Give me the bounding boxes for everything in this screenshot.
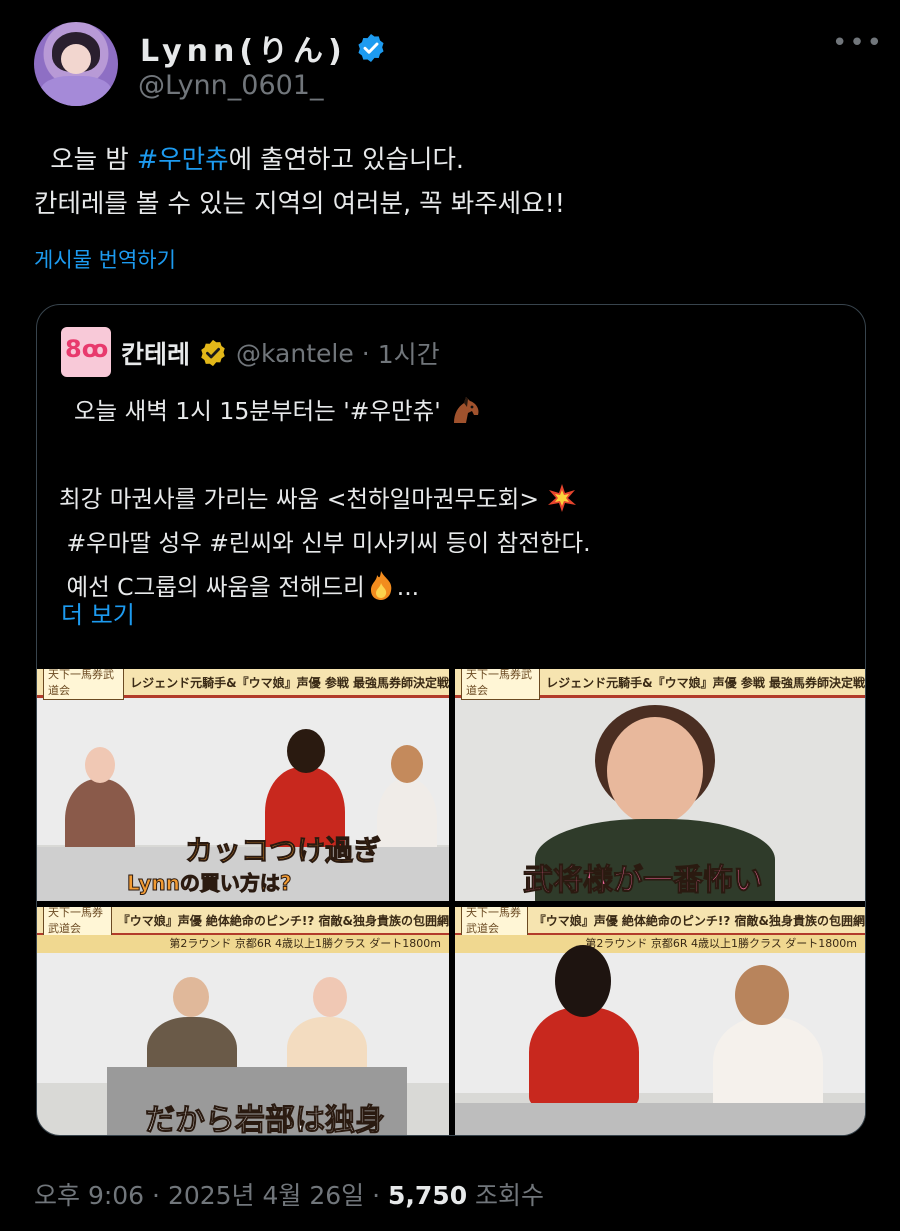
more-icon[interactable]: ••• bbox=[832, 28, 884, 58]
author-name-row: Lynn(りん) bbox=[140, 26, 387, 70]
media-caption-secondary: Lynnの買い方は? bbox=[127, 871, 293, 896]
media-banner: 天下一馬券武道会 『ウマ娘』声優 絶体絶命のピンチ!? 宿敵&独身貴族の包囲網 bbox=[37, 907, 449, 938]
desk bbox=[455, 1103, 865, 1135]
tweet-line1-post: 에 출연하고 있습니다. bbox=[228, 145, 465, 175]
quote-separator: · bbox=[361, 338, 370, 368]
banner-text: レジェンド元騎手&『ウマ娘』声優 参戦 最強馬券師決定戦 bbox=[130, 675, 449, 690]
person-head bbox=[555, 945, 611, 1017]
person-head bbox=[391, 745, 423, 783]
banner-text: 『ウマ娘』声優 絶体絶命のピンチ!? 宿敵&独身貴族の包囲網 bbox=[117, 913, 449, 928]
quote-author-handle[interactable]: @kantele bbox=[236, 339, 354, 368]
horse-emoji bbox=[441, 397, 482, 425]
media-thumbnail-4[interactable]: 天下一馬券武道会 『ウマ娘』声優 絶体絶命のピンチ!? 宿敵&独身貴族の包囲網 第… bbox=[455, 907, 865, 1135]
fire-emoji bbox=[365, 571, 397, 601]
avatar-body bbox=[40, 76, 112, 106]
author-avatar[interactable] bbox=[34, 22, 118, 106]
tweet-line1-pre: 오늘 밤 bbox=[34, 145, 137, 175]
quote-header: 칸테레 @kantele · 1시간 bbox=[121, 335, 440, 371]
banner-tag: 天下一馬券武道会 bbox=[461, 669, 541, 700]
hashtag-link[interactable]: #우만츄 bbox=[137, 145, 229, 175]
media-banner: 天下一馬券武道会 レジェンド元騎手&『ウマ娘』声優 参戦 最強馬券師決定戦 bbox=[37, 669, 449, 700]
quote-time[interactable]: 1시간 bbox=[378, 335, 440, 371]
view-count: 5,750 bbox=[388, 1181, 468, 1210]
translate-post-link[interactable]: 게시물 번역하기 bbox=[34, 244, 176, 274]
media-thumbnail-2[interactable]: 天下一馬券武道会 レジェンド元騎手&『ウマ娘』声優 参戦 最強馬券師決定戦 武将様… bbox=[455, 669, 865, 901]
tweet-text: 오늘 밤 #우만츄에 출연하고 있습니다. 칸테레를 볼 수 있는 지역의 여러… bbox=[34, 138, 565, 226]
quote-text: 오늘 새벽 1시 15분부터는 '#우만츄' 최강 마권사를 가리는 싸움 <천… bbox=[59, 389, 591, 609]
banner-subtitle: 第2ラウンド 京都6R 4歳以上1勝クラス ダート1800m bbox=[37, 935, 449, 953]
post-time[interactable]: 오후 9:06 bbox=[34, 1181, 144, 1210]
verified-icon bbox=[358, 34, 384, 62]
banner-tag: 天下一馬券武道会 bbox=[43, 669, 125, 700]
show-more-link[interactable]: 더 보기 bbox=[61, 595, 135, 630]
quote-author-name[interactable]: 칸테레 bbox=[121, 335, 190, 371]
quote-line4: #우마딸 성우 #린씨와 신부 미사키씨 등이 참전한다. bbox=[59, 529, 591, 557]
media-thumbnail-3[interactable]: 天下一馬券武道会 『ウマ娘』声優 絶体絶命のピンチ!? 宿敵&独身貴族の包囲網 第… bbox=[37, 907, 449, 1135]
footer-sep: · bbox=[364, 1181, 389, 1210]
person-figure bbox=[713, 1017, 823, 1117]
quote-line3: 최강 마권사를 가리는 싸움 <천하일마권무도회> bbox=[59, 485, 540, 513]
quote-line1: 오늘 새벽 1시 15분부터는 '#우만츄' bbox=[59, 397, 441, 425]
person-head bbox=[85, 747, 115, 783]
person-head bbox=[735, 965, 789, 1025]
avatar-face bbox=[61, 44, 91, 74]
banner-tag: 天下一馬券武道会 bbox=[461, 907, 528, 938]
studio-wall bbox=[37, 953, 449, 1083]
post-date[interactable]: 2025년 4월 26일 bbox=[168, 1181, 364, 1210]
person-head bbox=[607, 717, 703, 825]
quote-avatar[interactable]: 8ꚙ bbox=[61, 327, 111, 377]
media-banner: 天下一馬券武道会 レジェンド元騎手&『ウマ娘』声優 参戦 最強馬券師決定戦 bbox=[455, 669, 865, 700]
person-head bbox=[173, 977, 209, 1017]
tweet-line2: 칸테레를 볼 수 있는 지역의 여러분, 꼭 봐주세요!! bbox=[34, 189, 566, 219]
media-caption: だから岩部は独身 bbox=[145, 1103, 386, 1136]
quote-avatar-logo: 8ꚙ bbox=[65, 335, 109, 363]
person-head bbox=[287, 729, 325, 773]
author-handle[interactable]: @Lynn_0601_ bbox=[138, 70, 323, 101]
media-banner: 天下一馬券武道会 『ウマ娘』声優 絶体絶命のピンチ!? 宿敵&独身貴族の包囲網 bbox=[455, 907, 865, 938]
collision-emoji bbox=[539, 484, 576, 513]
banner-subtitle: 第2ラウンド 京都6R 4歳以上1勝クラス ダート1800m bbox=[455, 935, 865, 953]
author-display-name[interactable]: Lynn(りん) bbox=[140, 26, 347, 70]
person-head bbox=[313, 977, 347, 1017]
banner-text: レジェンド元騎手&『ウマ娘』声優 参戦 最強馬券師決定戦 bbox=[546, 675, 865, 690]
quoted-tweet-card[interactable]: 8ꚙ 칸테레 @kantele · 1시간 오늘 새벽 1시 15분부터는 '#… bbox=[36, 304, 866, 1136]
banner-text: 『ウマ娘』声優 絶体絶命のピンチ!? 宿敵&独身貴族の包囲網 bbox=[533, 913, 865, 928]
footer-sep: · bbox=[144, 1181, 168, 1210]
view-count-label: 조회수 bbox=[467, 1181, 545, 1210]
tweet-meta-footer: 오후 9:06 · 2025년 4월 26일 · 5,750 조회수 bbox=[34, 1176, 544, 1212]
person-figure bbox=[529, 1007, 639, 1107]
quote-ellipsis: ... bbox=[396, 573, 420, 601]
media-thumbnail-1[interactable]: 天下一馬券武道会 レジェンド元騎手&『ウマ娘』声優 参戦 最強馬券師決定戦 カッコ… bbox=[37, 669, 449, 901]
media-caption: カッコつけ過ぎ bbox=[184, 834, 382, 868]
gold-verified-icon bbox=[201, 339, 225, 367]
media-caption: 武将様が一番怖い bbox=[523, 863, 764, 899]
banner-tag: 天下一馬券武道会 bbox=[43, 907, 112, 938]
